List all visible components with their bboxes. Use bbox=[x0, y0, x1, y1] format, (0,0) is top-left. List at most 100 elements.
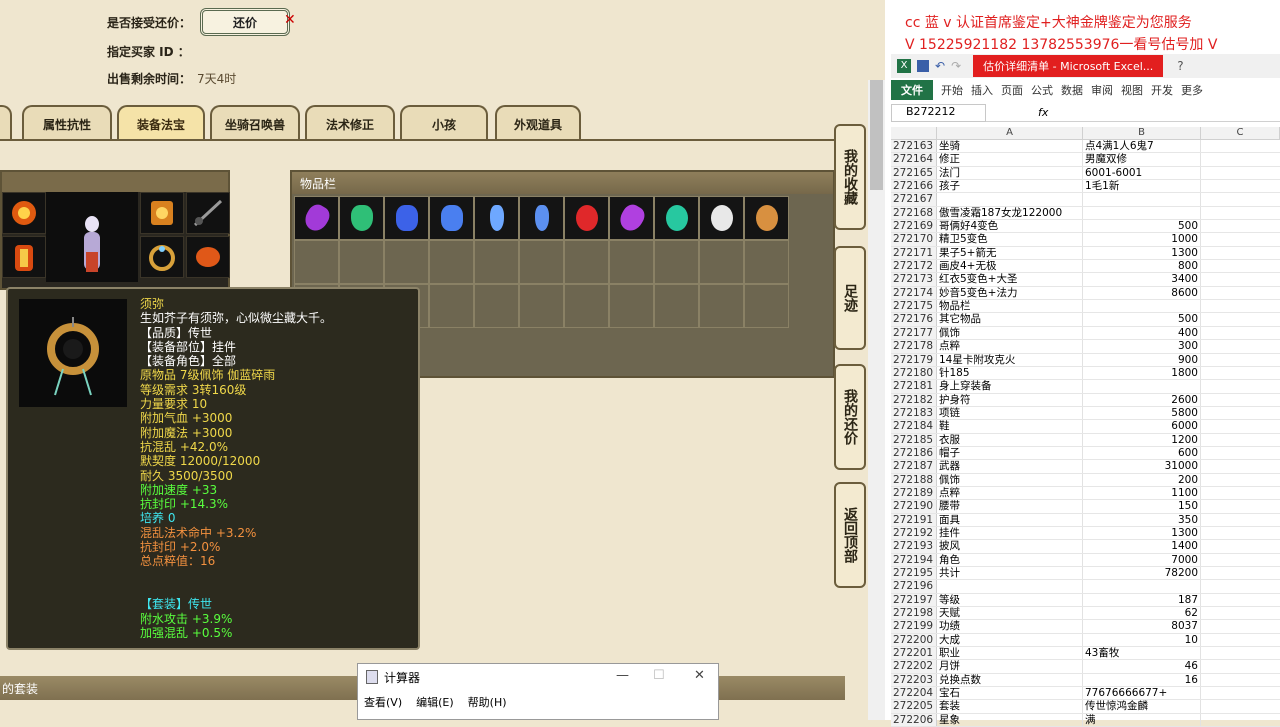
row-number[interactable]: 272177 bbox=[891, 326, 937, 340]
cell-c[interactable] bbox=[1201, 514, 1280, 526]
cell-a[interactable]: 身上穿装备 bbox=[937, 380, 1083, 393]
maximize-icon[interactable]: ☐ bbox=[653, 668, 665, 683]
equip-slot-helmet[interactable] bbox=[2, 192, 46, 234]
inventory-empty-slot[interactable] bbox=[294, 240, 339, 284]
cell-c[interactable] bbox=[1201, 367, 1280, 379]
cell-c[interactable] bbox=[1201, 700, 1280, 712]
cell-c[interactable] bbox=[1201, 380, 1280, 392]
cell-b[interactable]: 1300 bbox=[1083, 526, 1201, 540]
inventory-empty-slot[interactable] bbox=[474, 284, 519, 328]
column-header-c[interactable]: C bbox=[1201, 127, 1280, 139]
cell-c[interactable] bbox=[1201, 660, 1280, 672]
inventory-empty-slot[interactable] bbox=[699, 240, 744, 284]
cell-a[interactable]: 鞋 bbox=[937, 420, 1083, 433]
redo-icon[interactable]: ↷ bbox=[951, 59, 961, 73]
row-number[interactable]: 272181 bbox=[891, 380, 937, 393]
cell-c[interactable] bbox=[1201, 313, 1280, 325]
cell-b[interactable]: 62 bbox=[1083, 607, 1201, 620]
cell-c[interactable] bbox=[1201, 580, 1280, 592]
cell-c[interactable] bbox=[1201, 647, 1280, 659]
cell-a[interactable]: 哥俩好4变色 bbox=[937, 220, 1083, 233]
inventory-item[interactable] bbox=[339, 196, 384, 240]
cell-a[interactable]: 功绩 bbox=[937, 620, 1083, 633]
menu-edit[interactable]: 编辑(E) bbox=[416, 694, 454, 710]
cell-c[interactable] bbox=[1201, 447, 1280, 459]
inventory-item[interactable] bbox=[384, 196, 429, 240]
cell-a[interactable]: 护身符 bbox=[937, 393, 1083, 406]
cell-b[interactable] bbox=[1083, 580, 1201, 593]
cell-a[interactable]: 红衣5变色+大圣 bbox=[937, 273, 1083, 286]
cell-b[interactable]: 1300 bbox=[1083, 246, 1201, 260]
tab-attributes[interactable]: 属性抗性 bbox=[22, 105, 112, 141]
inventory-empty-slot[interactable] bbox=[474, 240, 519, 284]
cell-c[interactable] bbox=[1201, 327, 1280, 339]
cell-a[interactable]: 修正 bbox=[937, 153, 1083, 166]
equip-slot-ring[interactable] bbox=[140, 236, 184, 278]
cell-a[interactable]: 法门 bbox=[937, 166, 1083, 180]
cell-a[interactable]: 大成 bbox=[937, 633, 1083, 647]
cell-b[interactable]: 1800 bbox=[1083, 366, 1201, 380]
cell-a[interactable]: 项链 bbox=[937, 406, 1083, 420]
footprint-button[interactable]: 足迹 bbox=[834, 246, 866, 350]
cell-a[interactable]: 角色 bbox=[937, 553, 1083, 566]
cell-a[interactable] bbox=[937, 580, 1083, 593]
bargain-button[interactable]: 还价 bbox=[200, 8, 290, 36]
cell-c[interactable] bbox=[1201, 207, 1280, 219]
cell-c[interactable] bbox=[1201, 354, 1280, 366]
cell-c[interactable] bbox=[1201, 554, 1280, 566]
cell-a[interactable]: 帽子 bbox=[937, 446, 1083, 460]
cell-a[interactable]: 兑换点数 bbox=[937, 673, 1083, 687]
cell-c[interactable] bbox=[1201, 674, 1280, 686]
row-number[interactable]: 272199 bbox=[891, 620, 937, 633]
back-to-top-button[interactable]: 返回顶部 bbox=[834, 482, 866, 588]
cell-c[interactable] bbox=[1201, 527, 1280, 539]
cell-c[interactable] bbox=[1201, 594, 1280, 606]
ribbon-tab-home[interactable]: 开始 bbox=[941, 82, 963, 98]
inventory-empty-slot[interactable] bbox=[429, 240, 474, 284]
cell-b[interactable]: 5800 bbox=[1083, 406, 1201, 420]
cell-c[interactable] bbox=[1201, 273, 1280, 285]
cell-c[interactable] bbox=[1201, 634, 1280, 646]
row-number[interactable]: 272187 bbox=[891, 460, 937, 473]
row-number[interactable]: 272202 bbox=[891, 660, 937, 673]
row-number[interactable]: 272168 bbox=[891, 206, 937, 220]
cell-b[interactable]: 7000 bbox=[1083, 553, 1201, 566]
row-number[interactable]: 272186 bbox=[891, 446, 937, 460]
cell-b[interactable]: 8600 bbox=[1083, 286, 1201, 300]
cell-c[interactable] bbox=[1201, 487, 1280, 499]
row-number[interactable]: 272170 bbox=[891, 233, 937, 246]
inventory-empty-slot[interactable] bbox=[339, 240, 384, 284]
row-number[interactable]: 272166 bbox=[891, 180, 937, 193]
cell-a[interactable] bbox=[937, 193, 1083, 206]
cell-b[interactable]: 16 bbox=[1083, 673, 1201, 687]
ribbon-tab-view[interactable]: 视图 bbox=[1121, 82, 1143, 98]
inventory-empty-slot[interactable] bbox=[519, 284, 564, 328]
cell-a[interactable]: 武器 bbox=[937, 460, 1083, 473]
row-number[interactable]: 272201 bbox=[891, 647, 937, 660]
cell-b[interactable]: 350 bbox=[1083, 513, 1201, 526]
help-icon[interactable]: ? bbox=[1177, 59, 1183, 73]
row-number[interactable]: 272194 bbox=[891, 553, 937, 566]
cell-a[interactable]: 点粹 bbox=[937, 486, 1083, 500]
cell-c[interactable] bbox=[1201, 460, 1280, 472]
row-number[interactable]: 272192 bbox=[891, 526, 937, 540]
cell-a[interactable]: 点粹 bbox=[937, 340, 1083, 353]
cell-c[interactable] bbox=[1201, 500, 1280, 512]
cell-a[interactable]: 画皮4+无极 bbox=[937, 260, 1083, 273]
ribbon-tab-formula[interactable]: 公式 bbox=[1031, 82, 1053, 98]
close-icon[interactable]: ✕ bbox=[284, 12, 296, 28]
cell-a[interactable]: 挂件 bbox=[937, 526, 1083, 540]
tab-mounts-pets[interactable]: 坐骑召唤兽 bbox=[210, 105, 300, 141]
cell-b[interactable]: 6000 bbox=[1083, 420, 1201, 433]
row-number[interactable]: 272175 bbox=[891, 300, 937, 313]
row-number[interactable]: 272205 bbox=[891, 700, 937, 713]
cell-b[interactable]: 1400 bbox=[1083, 540, 1201, 553]
cell-b[interactable]: 31000 bbox=[1083, 460, 1201, 473]
menu-view[interactable]: 查看(V) bbox=[364, 694, 402, 710]
row-number[interactable]: 272200 bbox=[891, 633, 937, 647]
inventory-item[interactable] bbox=[744, 196, 789, 240]
inventory-empty-slot[interactable] bbox=[654, 240, 699, 284]
row-number[interactable]: 272188 bbox=[891, 473, 937, 486]
cell-a[interactable]: 物品栏 bbox=[937, 300, 1083, 313]
cell-a[interactable]: 衣服 bbox=[937, 433, 1083, 446]
